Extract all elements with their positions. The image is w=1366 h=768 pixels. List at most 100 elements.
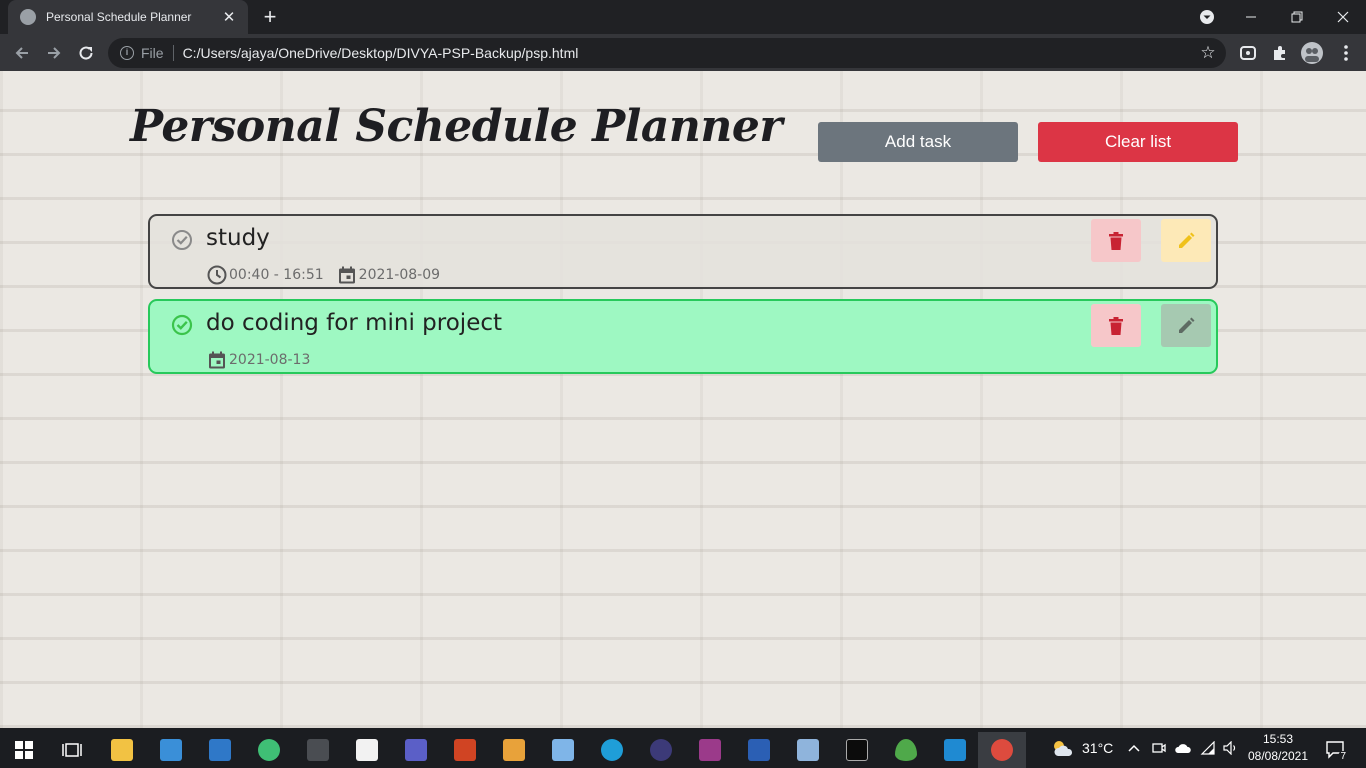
- browser-menu-button[interactable]: [1334, 41, 1358, 65]
- bookmark-star-icon[interactable]: ☆: [1190, 43, 1226, 63]
- windows-logo-icon: [15, 741, 33, 759]
- tab-close-icon[interactable]: ✕: [220, 8, 238, 26]
- taskbar-clock[interactable]: 15:53 08/08/2021: [1246, 731, 1310, 765]
- powerpoint-taskbar-icon[interactable]: [441, 732, 489, 768]
- chrome-taskbar-icon[interactable]: [978, 732, 1026, 768]
- wifi-icon: [1200, 741, 1215, 755]
- this-pc-taskbar-icon[interactable]: [147, 732, 195, 768]
- partly-cloudy-icon: [1054, 741, 1073, 756]
- speaker-icon: [1223, 741, 1236, 755]
- edit-task-button[interactable]: [1161, 219, 1211, 262]
- task-time: 00:40 - 16:51: [229, 267, 324, 283]
- page-title: Personal Schedule Planner: [130, 101, 783, 152]
- onedrive-button[interactable]: [1172, 728, 1194, 768]
- cloud-icon: [1175, 744, 1191, 753]
- extension-button[interactable]: [1236, 41, 1260, 65]
- start-button[interactable]: [0, 732, 48, 768]
- restore-button[interactable]: [1274, 0, 1320, 34]
- new-tab-button[interactable]: +: [258, 5, 282, 29]
- clock-icon: [206, 264, 228, 286]
- notification-count: 7: [1338, 751, 1348, 762]
- trash-icon: [1109, 316, 1123, 335]
- add-task-button[interactable]: Add task: [818, 122, 1018, 162]
- virtualbox-taskbar-icon[interactable]: [784, 732, 832, 768]
- weather-widget[interactable]: 31°C: [1050, 728, 1113, 768]
- trash-icon: [1109, 231, 1123, 250]
- address-bar[interactable]: i File C:/Users/ajaya/OneDrive/Desktop/D…: [108, 38, 1226, 68]
- browser-tab[interactable]: Personal Schedule Planner ✕: [8, 0, 248, 34]
- tray-overflow-button[interactable]: [1124, 728, 1144, 768]
- extension-logo-icon: [1240, 46, 1256, 60]
- forward-button[interactable]: [40, 39, 68, 67]
- reload-icon: [79, 46, 93, 60]
- profile-button[interactable]: [1300, 41, 1324, 65]
- weather-temperature: 31°C: [1082, 740, 1114, 756]
- close-window-button[interactable]: [1320, 0, 1366, 34]
- task-date: 2021-08-13: [229, 352, 311, 368]
- avatar-icon: [1301, 42, 1323, 64]
- puzzle-icon: [1274, 46, 1285, 60]
- photos-taskbar-icon[interactable]: [539, 732, 587, 768]
- command-prompt-taskbar-icon[interactable]: [833, 732, 881, 768]
- volume-button[interactable]: [1220, 728, 1242, 768]
- url-divider: [172, 45, 174, 61]
- task-view-icon: [62, 743, 82, 757]
- action-center-button[interactable]: 7: [1320, 734, 1350, 764]
- task-title: do coding for mini project: [206, 310, 503, 336]
- task-item[interactable]: study 00:40 - 16:51 2021-08-09: [148, 214, 1218, 289]
- check-circle-icon[interactable]: [170, 228, 194, 252]
- clock-date: 08/08/2021: [1247, 749, 1309, 763]
- task-title: study: [206, 225, 270, 251]
- page-content: Personal Schedule Planner Add task Clear…: [0, 71, 1366, 728]
- delete-task-button[interactable]: [1091, 219, 1141, 262]
- task-item-completed[interactable]: do coding for mini project 2021-08-13: [148, 299, 1218, 374]
- notepad-taskbar-icon[interactable]: [343, 732, 391, 768]
- arrow-left-icon: [15, 47, 28, 59]
- chevron-down-icon: [1200, 10, 1214, 24]
- vscode-taskbar-icon[interactable]: [931, 732, 979, 768]
- windows-taskbar: 31°C 15:53 08/08/2021 7: [0, 728, 1366, 768]
- url-scheme-label: File: [141, 45, 164, 61]
- check-circle-icon[interactable]: [170, 313, 194, 337]
- minimize-button[interactable]: [1228, 0, 1274, 34]
- edit-task-button[interactable]: [1161, 304, 1211, 347]
- tab-search-button[interactable]: [1184, 0, 1230, 34]
- minimize-icon: [1246, 16, 1256, 18]
- task-view-button[interactable]: [48, 732, 96, 768]
- clock-time: 15:53: [1262, 732, 1294, 746]
- camera-icon: [1152, 743, 1166, 753]
- clear-list-button[interactable]: Clear list: [1038, 122, 1238, 162]
- arrow-right-icon: [48, 47, 61, 59]
- office-taskbar-icon[interactable]: [490, 732, 538, 768]
- browser-tabstrip: Personal Schedule Planner ✕ +: [0, 0, 1366, 34]
- file-explorer-taskbar-icon[interactable]: [98, 732, 146, 768]
- close-icon: [1337, 11, 1349, 23]
- edge-taskbar-icon[interactable]: [588, 732, 636, 768]
- winrar-taskbar-icon[interactable]: [686, 732, 734, 768]
- delete-task-button[interactable]: [1091, 304, 1141, 347]
- tab-title: Personal Schedule Planner: [46, 10, 192, 24]
- control-panel-taskbar-icon[interactable]: [196, 732, 244, 768]
- extensions-menu-button[interactable]: [1268, 41, 1292, 65]
- calendar-icon: [206, 349, 228, 371]
- pencil-icon: [1179, 232, 1195, 248]
- word-taskbar-icon[interactable]: [735, 732, 783, 768]
- teams-taskbar-icon[interactable]: [392, 732, 440, 768]
- calendar-icon: [336, 264, 358, 286]
- page-favicon-icon: [20, 9, 36, 25]
- terminal-taskbar-icon[interactable]: [294, 732, 342, 768]
- task-meta: 00:40 - 16:51 2021-08-09: [206, 264, 452, 286]
- pencil-icon: [1179, 317, 1195, 333]
- info-icon[interactable]: i: [120, 46, 134, 60]
- network-button[interactable]: [1197, 728, 1219, 768]
- reload-button[interactable]: [72, 39, 100, 67]
- chevron-up-icon: [1128, 744, 1140, 752]
- meet-now-button[interactable]: [1148, 728, 1170, 768]
- back-button[interactable]: [8, 39, 36, 67]
- atom-taskbar-icon[interactable]: [245, 732, 293, 768]
- mongodb-taskbar-icon[interactable]: [882, 732, 930, 768]
- task-date: 2021-08-09: [358, 267, 441, 283]
- url-text[interactable]: C:/Users/ajaya/OneDrive/Desktop/DIVYA-PS…: [183, 45, 1190, 61]
- more-vertical-icon: [1344, 45, 1348, 61]
- eclipse-taskbar-icon[interactable]: [637, 732, 685, 768]
